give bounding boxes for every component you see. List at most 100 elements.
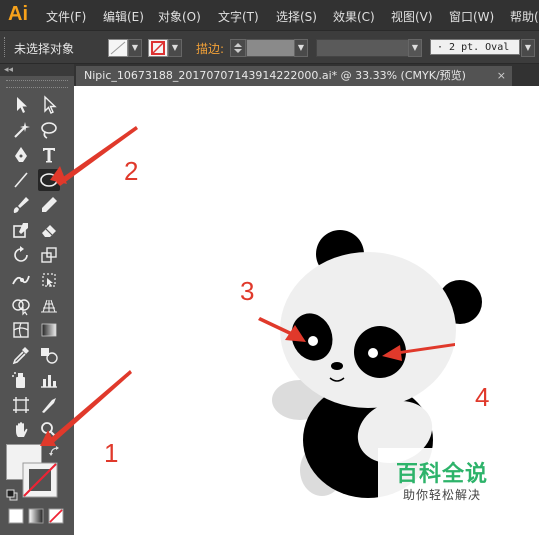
- scale-icon: [41, 247, 57, 263]
- menu-window[interactable]: 窗口(W): [449, 8, 494, 25]
- fill-swatch[interactable]: [108, 39, 128, 57]
- menu-effect[interactable]: 效果(C): [333, 8, 375, 25]
- artboard-icon: [13, 397, 29, 413]
- menu-view[interactable]: 视图(V): [391, 8, 433, 25]
- selection-tool[interactable]: [10, 94, 32, 116]
- stroke-swatch[interactable]: [148, 39, 168, 57]
- gradient-tool[interactable]: [38, 319, 60, 341]
- swap-arrows-icon: [49, 446, 59, 456]
- lasso-tool[interactable]: [38, 119, 60, 141]
- shape-builder-tool[interactable]: [10, 294, 32, 316]
- document-tab-bar: Nipic_10673188_20170707143914222000.ai* …: [0, 64, 539, 86]
- free-transform-tool[interactable]: [38, 269, 60, 291]
- annotation-3: 3: [240, 276, 255, 306]
- slice-tool[interactable]: [38, 394, 60, 416]
- slice-knife-icon: [42, 398, 56, 413]
- width-icon: [12, 275, 30, 285]
- blob-brush-tool[interactable]: [10, 219, 32, 241]
- zoom-tool[interactable]: [38, 419, 60, 441]
- mesh-icon: [13, 322, 29, 338]
- perspective-grid-icon: [41, 299, 57, 313]
- none-swatch-icon: [48, 508, 64, 524]
- hand-tool[interactable]: [10, 419, 32, 441]
- pen-tool[interactable]: [10, 144, 32, 166]
- ellipse-tool[interactable]: [38, 169, 60, 191]
- tools-panel-grip[interactable]: [6, 80, 68, 88]
- stroke-dropdown[interactable]: ▼: [168, 39, 182, 57]
- menu-select[interactable]: 选择(S): [276, 8, 317, 25]
- eraser-tool[interactable]: [38, 219, 60, 241]
- eyedropper-icon: [12, 347, 29, 365]
- eyedropper-tool[interactable]: [10, 344, 32, 366]
- menu-type[interactable]: 文字(T): [218, 8, 259, 25]
- default-colors-icon: [6, 489, 18, 501]
- document-tab[interactable]: Nipic_10673188_20170707143914222000.ai* …: [76, 66, 512, 86]
- artboard-tool[interactable]: [10, 394, 32, 416]
- brush-definition-field[interactable]: · 2 pt. Oval: [430, 39, 520, 55]
- symbol-sprayer-tool[interactable]: [10, 369, 32, 391]
- selection-arrow-icon: [17, 97, 27, 113]
- direct-selection-icon: [44, 95, 57, 114]
- pencil-icon: [42, 197, 57, 212]
- direct-selection-tool[interactable]: [38, 94, 60, 116]
- shape-builder-icon: [12, 299, 30, 316]
- gradient-mode-button[interactable]: [28, 508, 44, 524]
- watermark-subtitle: 助你轻松解决: [403, 488, 482, 502]
- tab-close-button[interactable]: ×: [497, 66, 506, 86]
- symbol-sprayer-icon: [12, 372, 25, 388]
- scale-tool[interactable]: [38, 244, 60, 266]
- tools-panel: ◂◂: [0, 64, 74, 535]
- line-segment-icon: [14, 172, 28, 188]
- pencil-tool[interactable]: [38, 194, 60, 216]
- annotation-1: 1: [104, 438, 119, 468]
- stepper-arrows-icon: [234, 43, 242, 53]
- type-t-icon: [43, 148, 55, 163]
- gradient-swatch-icon: [28, 508, 44, 524]
- stroke-weight-dropdown[interactable]: ▼: [294, 39, 308, 57]
- profile-dropdown[interactable]: ▼: [408, 39, 422, 57]
- free-transform-icon: [42, 273, 56, 287]
- eraser-icon: [42, 225, 56, 237]
- none-mode-button[interactable]: [48, 508, 64, 524]
- blend-tool[interactable]: [38, 344, 60, 366]
- variable-width-profile[interactable]: [316, 39, 410, 57]
- annotation-4: 4: [475, 382, 490, 412]
- selection-status: 未选择对象: [14, 42, 75, 56]
- zoom-magnifier-icon: [41, 422, 57, 438]
- color-mode-button[interactable]: [8, 508, 24, 524]
- menu-file[interactable]: 文件(F): [46, 8, 86, 25]
- paintbrush-tool[interactable]: [10, 194, 32, 216]
- stroke-none-swatch-icon: [22, 462, 58, 498]
- fill-dropdown[interactable]: ▼: [128, 39, 142, 57]
- stroke-weight-input[interactable]: [246, 39, 296, 57]
- column-graph-icon: [41, 375, 57, 388]
- mesh-tool[interactable]: [10, 319, 32, 341]
- magic-wand-tool[interactable]: [10, 119, 32, 141]
- pen-nib-icon: [15, 147, 27, 162]
- blob-brush-icon: [13, 223, 28, 238]
- watermark-title: 百科全说: [396, 462, 489, 487]
- menu-object[interactable]: 对象(O): [158, 8, 201, 25]
- rotate-tool[interactable]: [10, 244, 32, 266]
- width-tool[interactable]: [10, 269, 32, 291]
- lasso-icon: [41, 122, 57, 139]
- gradient-icon: [41, 323, 57, 337]
- menu-edit[interactable]: 编辑(E): [103, 8, 144, 25]
- tools-panel-header[interactable]: ◂◂: [0, 64, 74, 76]
- perspective-grid-tool[interactable]: [38, 294, 60, 316]
- type-tool[interactable]: [38, 144, 60, 166]
- stroke-stepper[interactable]: [230, 39, 246, 57]
- stroke-color-swatch[interactable]: [22, 462, 58, 498]
- default-fill-stroke-button[interactable]: [6, 486, 18, 501]
- rotate-icon: [14, 246, 28, 262]
- line-segment-tool[interactable]: [10, 169, 32, 191]
- control-bar: 未选择对象 ▼ ▼ 描边: ▼ ▼ · 2 pt. Oval ▼: [0, 30, 539, 64]
- column-graph-tool[interactable]: [38, 369, 60, 391]
- brush-dropdown[interactable]: ▼: [521, 39, 535, 57]
- control-bar-grip[interactable]: [4, 37, 8, 57]
- fill-none-icon: [110, 41, 126, 55]
- menu-help[interactable]: 帮助(: [510, 8, 539, 25]
- blend-icon: [41, 348, 58, 364]
- menu-bar: Ai 文件(F) 编辑(E) 对象(O) 文字(T) 选择(S) 效果(C) 视…: [0, 0, 539, 30]
- swap-fill-stroke-button[interactable]: [48, 444, 62, 458]
